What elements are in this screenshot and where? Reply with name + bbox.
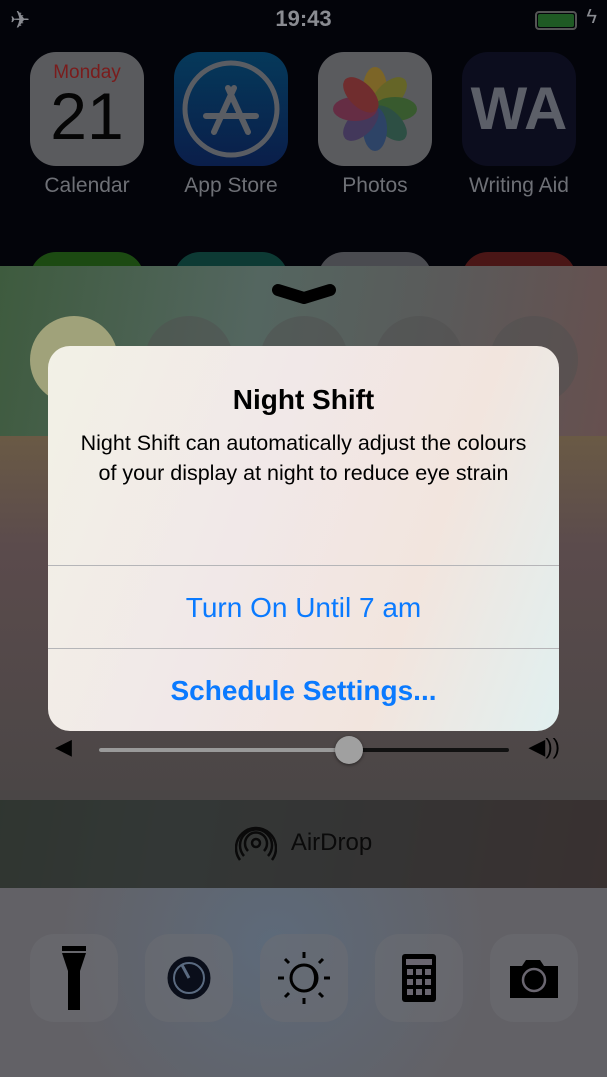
app-label: Writing Aid (469, 174, 569, 197)
alert-message: Night Shift can automatically adjust the… (80, 431, 527, 485)
timer-button[interactable] (145, 934, 233, 1022)
calculator-icon (402, 954, 436, 1002)
clock: 19:43 (275, 6, 332, 31)
app-label: Calendar (44, 174, 130, 197)
camera-icon (510, 960, 558, 998)
app-store-icon (174, 52, 288, 166)
app-label: Photos (342, 174, 408, 197)
schedule-settings-button[interactable]: Schedule Settings... (48, 648, 559, 731)
volume-low-icon: ◀ (55, 734, 72, 759)
flashlight-button[interactable] (30, 934, 118, 1022)
night-shift-button[interactable] (260, 934, 348, 1022)
volume-slider[interactable]: ◀ ◀)) (55, 734, 560, 764)
chevron-down-icon[interactable] (270, 282, 338, 306)
app-label: App Store (184, 174, 278, 197)
timer-icon (167, 956, 211, 1000)
app-app-store[interactable]: App Store (174, 52, 288, 198)
calculator-button[interactable] (375, 934, 463, 1022)
camera-button[interactable] (490, 934, 578, 1022)
photos-icon (318, 52, 432, 166)
status-bar: ✈ 19:43 ϟ (0, 0, 607, 40)
flashlight-icon (62, 946, 86, 1010)
calendar-date: 21 (50, 79, 124, 153)
turn-on-button[interactable]: Turn On Until 7 am (48, 565, 559, 648)
app-photos[interactable]: Photos (318, 52, 432, 198)
battery-icon (535, 11, 577, 30)
alert-title: Night Shift (232, 384, 375, 415)
writing-aid-icon: WA (462, 52, 576, 166)
app-writing-aid[interactable]: WA Writing Aid (462, 52, 576, 198)
calendar-icon: Monday 21 (30, 52, 144, 166)
charging-icon: ϟ (586, 6, 597, 28)
airdrop-button[interactable]: AirDrop (0, 822, 607, 864)
airdrop-icon (234, 826, 277, 861)
volume-knob[interactable] (335, 736, 364, 764)
airdrop-label: AirDrop (290, 829, 373, 856)
night-shift-alert: Night Shift Night Shift can automaticall… (48, 346, 559, 731)
volume-high-icon: ◀)) (528, 734, 560, 759)
night-shift-icon (278, 952, 330, 1004)
app-calendar[interactable]: Monday 21 Calendar (30, 52, 144, 198)
logo-text: WA (470, 75, 568, 142)
